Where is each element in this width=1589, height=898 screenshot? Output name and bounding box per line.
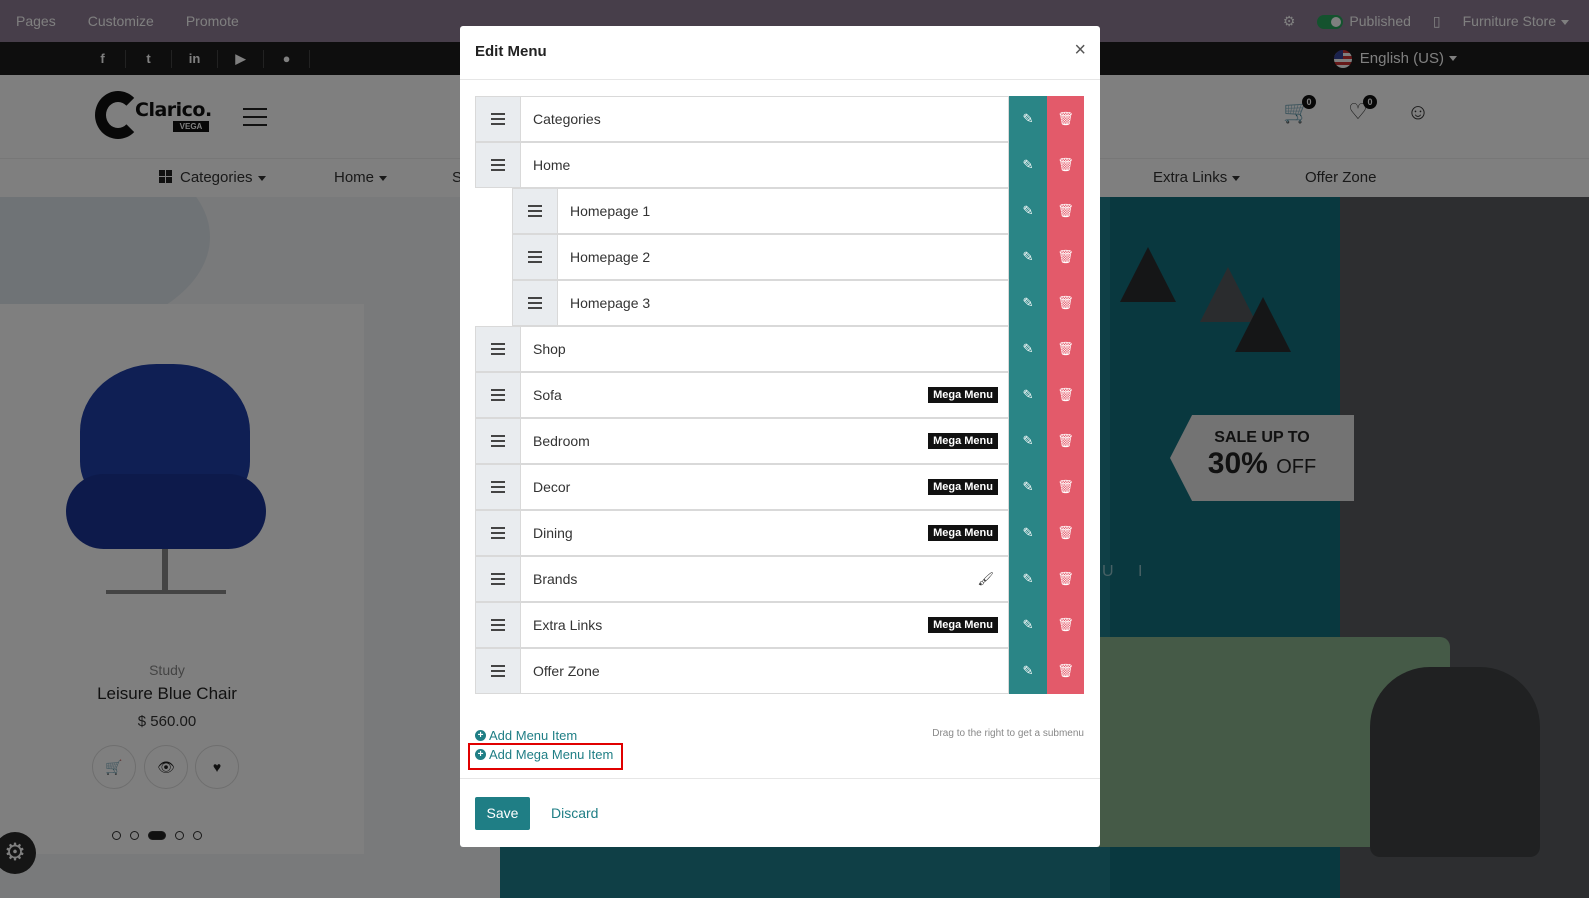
drag-handle-icon[interactable] [512, 234, 558, 280]
menu-item-label: Bedroom [533, 433, 590, 449]
menu-item-body: Extra Links Mega Menu [521, 602, 1009, 648]
edit-icon[interactable]: ✎ [1009, 510, 1047, 556]
edit-icon[interactable]: ✎ [1009, 556, 1047, 602]
menu-item-label: Offer Zone [533, 663, 600, 679]
drag-handle-icon[interactable] [475, 326, 521, 372]
trash-icon[interactable]: 🗑 [1047, 464, 1084, 510]
trash-icon[interactable]: 🗑 [1047, 96, 1084, 142]
drag-handle-icon[interactable] [512, 280, 558, 326]
drag-handle-icon[interactable] [475, 372, 521, 418]
menu-item-body: Categories [521, 96, 1009, 142]
modal-footer: Save Discard [460, 778, 1100, 847]
edit-icon[interactable]: ✎ [1009, 372, 1047, 418]
menu-item-label: Homepage 1 [570, 203, 651, 219]
drag-handle-icon[interactable] [512, 188, 558, 234]
mega-menu-badge: Mega Menu [928, 525, 998, 541]
trash-icon[interactable]: 🗑 [1047, 602, 1084, 648]
menu-item-label: Brands [533, 571, 578, 587]
edit-icon[interactable]: ✎ [1009, 96, 1047, 142]
brush-icon[interactable]: 🖌 [977, 571, 994, 587]
edit-icon[interactable]: ✎ [1009, 234, 1047, 280]
edit-icon[interactable]: ✎ [1009, 464, 1047, 510]
drag-handle-icon[interactable] [475, 96, 521, 142]
menu-item-row[interactable]: Extra Links Mega Menu ✎ 🗑 [475, 602, 1084, 648]
menu-item-body: Bedroom Mega Menu [521, 418, 1009, 464]
discard-button[interactable]: Discard [551, 805, 598, 821]
menu-item-label: Extra Links [533, 617, 603, 633]
menu-item-row[interactable]: Brands 🖌 ✎ 🗑 [475, 556, 1084, 602]
menu-item-row[interactable]: Homepage 2 ✎ 🗑 [512, 234, 1084, 280]
drag-handle-icon[interactable] [475, 602, 521, 648]
menu-item-row[interactable]: Dining Mega Menu ✎ 🗑 [475, 510, 1084, 556]
edit-icon[interactable]: ✎ [1009, 188, 1047, 234]
menu-item-body: Sofa Mega Menu [521, 372, 1009, 418]
mega-menu-badge: Mega Menu [928, 479, 998, 495]
edit-menu-dialog: Edit Menu × Categories ✎ 🗑 Home ✎ 🗑 Homepage 1… [460, 26, 1100, 847]
trash-icon[interactable]: 🗑 [1047, 326, 1084, 372]
menu-item-label: Home [533, 157, 571, 173]
menu-item-label: Homepage 2 [570, 249, 651, 265]
edit-icon[interactable]: ✎ [1009, 142, 1047, 188]
drag-handle-icon[interactable] [475, 418, 521, 464]
trash-icon[interactable]: 🗑 [1047, 510, 1084, 556]
edit-icon[interactable]: ✎ [1009, 418, 1047, 464]
mega-menu-badge: Mega Menu [928, 387, 998, 403]
highlight-annotation [468, 743, 623, 770]
add-menu-item-label: Add Menu Item [489, 728, 578, 743]
menu-item-row[interactable]: Shop ✎ 🗑 [475, 326, 1084, 372]
modal-header: Edit Menu × [460, 26, 1100, 80]
menu-item-label: Sofa [533, 387, 562, 403]
trash-icon[interactable]: 🗑 [1047, 234, 1084, 280]
modal-title: Edit Menu [475, 43, 547, 60]
close-icon[interactable]: × [1074, 39, 1086, 62]
menu-item-list: Categories ✎ 🗑 Home ✎ 🗑 Homepage 1 ✎ 🗑 Homepage 2… [475, 96, 1084, 694]
mega-menu-badge: Mega Menu [928, 433, 998, 449]
save-button[interactable]: Save [475, 797, 530, 830]
trash-icon[interactable]: 🗑 [1047, 142, 1084, 188]
menu-item-label: Shop [533, 341, 566, 357]
trash-icon[interactable]: 🗑 [1047, 418, 1084, 464]
drag-handle-icon[interactable] [475, 556, 521, 602]
menu-item-body: Dining Mega Menu [521, 510, 1009, 556]
menu-item-row[interactable]: Home ✎ 🗑 [475, 142, 1084, 188]
menu-item-row[interactable]: Sofa Mega Menu ✎ 🗑 [475, 372, 1084, 418]
menu-item-body: Homepage 3 [558, 280, 1009, 326]
menu-item-row[interactable]: Categories ✎ 🗑 [475, 96, 1084, 142]
plus-circle-icon: + [475, 730, 486, 741]
menu-item-row[interactable]: Bedroom Mega Menu ✎ 🗑 [475, 418, 1084, 464]
trash-icon[interactable]: 🗑 [1047, 372, 1084, 418]
edit-icon[interactable]: ✎ [1009, 280, 1047, 326]
drag-handle-icon[interactable] [475, 142, 521, 188]
menu-item-body: Brands 🖌 [521, 556, 1009, 602]
menu-item-body: Homepage 1 [558, 188, 1009, 234]
menu-item-body: Decor Mega Menu [521, 464, 1009, 510]
menu-item-row[interactable]: Decor Mega Menu ✎ 🗑 [475, 464, 1084, 510]
menu-item-body: Shop [521, 326, 1009, 372]
menu-item-row[interactable]: Homepage 3 ✎ 🗑 [512, 280, 1084, 326]
trash-icon[interactable]: 🗑 [1047, 280, 1084, 326]
menu-item-row[interactable]: Offer Zone ✎ 🗑 [475, 648, 1084, 694]
edit-icon[interactable]: ✎ [1009, 326, 1047, 372]
add-menu-item-link[interactable]: + Add Menu Item [475, 728, 577, 743]
drag-handle-icon[interactable] [475, 464, 521, 510]
submenu-hint: Drag to the right to get a submenu [932, 728, 1084, 739]
menu-item-body: Offer Zone [521, 648, 1009, 694]
menu-item-label: Decor [533, 479, 571, 495]
menu-item-row[interactable]: Homepage 1 ✎ 🗑 [512, 188, 1084, 234]
menu-item-body: Homepage 2 [558, 234, 1009, 280]
mega-menu-badge: Mega Menu [928, 617, 998, 633]
trash-icon[interactable]: 🗑 [1047, 188, 1084, 234]
edit-icon[interactable]: ✎ [1009, 602, 1047, 648]
menu-item-label: Homepage 3 [570, 295, 651, 311]
menu-item-label: Dining [533, 525, 573, 541]
menu-item-label: Categories [533, 111, 601, 127]
drag-handle-icon[interactable] [475, 648, 521, 694]
drag-handle-icon[interactable] [475, 510, 521, 556]
trash-icon[interactable]: 🗑 [1047, 556, 1084, 602]
menu-item-body: Home [521, 142, 1009, 188]
trash-icon[interactable]: 🗑 [1047, 648, 1084, 694]
edit-icon[interactable]: ✎ [1009, 648, 1047, 694]
